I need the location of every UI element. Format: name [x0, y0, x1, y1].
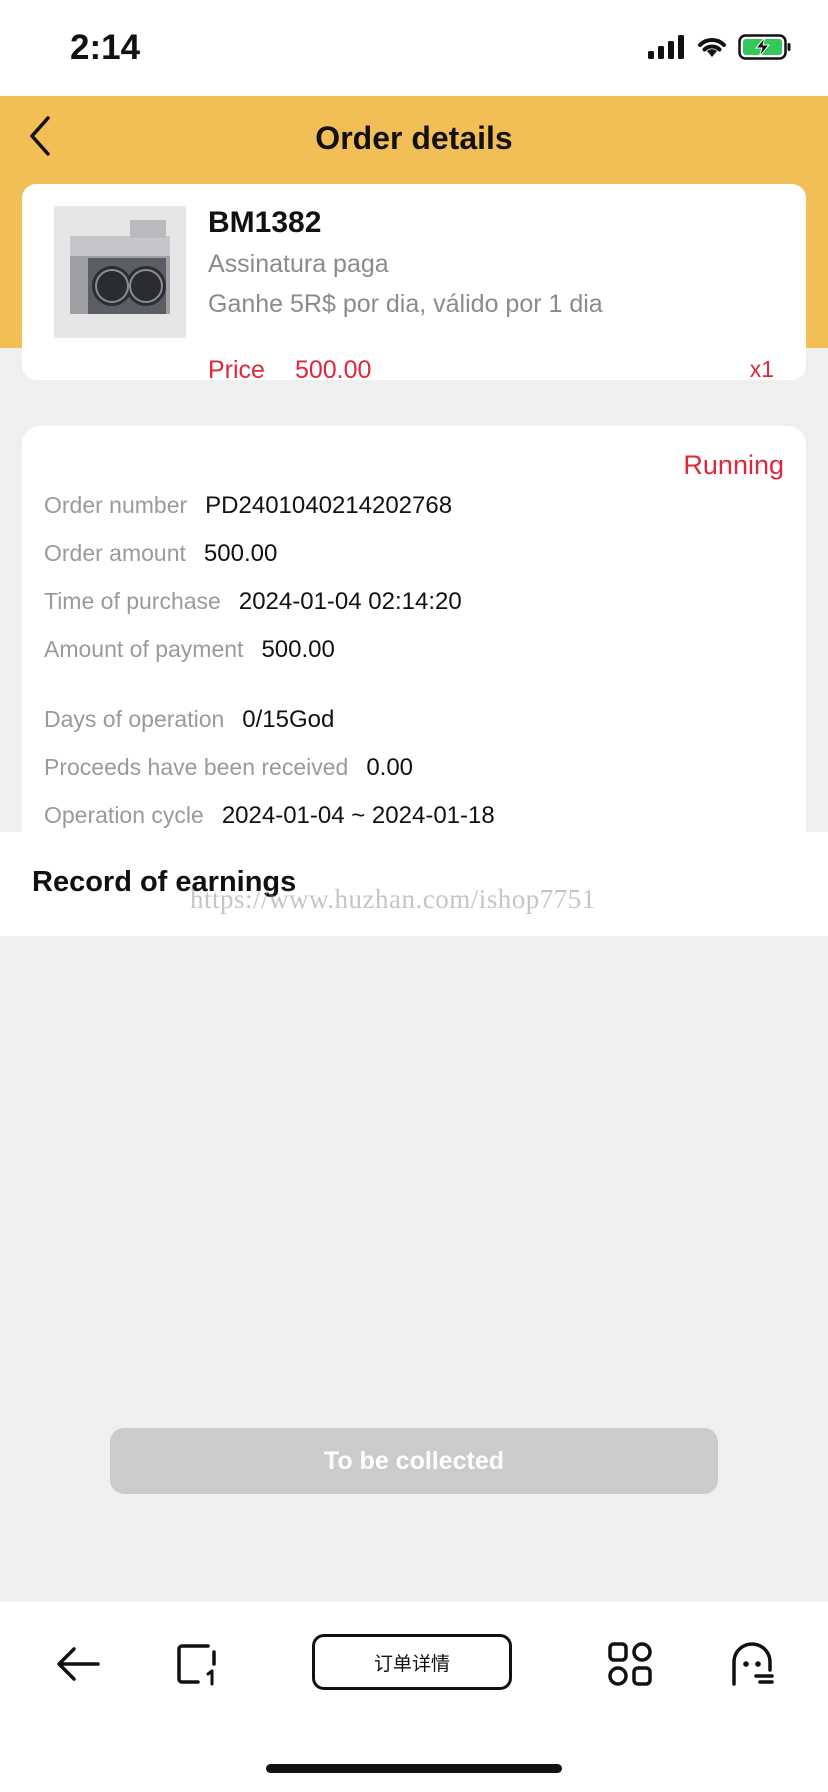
to-be-collected-button[interactable]: To be collected	[110, 1428, 718, 1494]
payment-amount-row: Amount of payment 500.00	[44, 636, 335, 664]
quantity: x1	[749, 356, 774, 380]
proceeds-label: Proceeds have been received	[44, 754, 349, 780]
home-indicator	[266, 1764, 562, 1773]
wifi-icon	[698, 38, 726, 57]
order-number-label: Order number	[44, 492, 188, 518]
signal-icon	[648, 35, 684, 59]
price-label: Price	[208, 356, 265, 380]
order-number-row: Order number PD2401040214202768	[44, 492, 452, 520]
product-card[interactable]: BM1382 Assinatura paga Ganhe 5R$ por dia…	[22, 184, 806, 380]
status-icons	[648, 34, 792, 60]
purchase-time-row: Time of purchase 2024-01-04 02:14:20	[44, 588, 462, 616]
price-value: 500.00	[294, 356, 372, 380]
purchase-time-value: 2024-01-04 02:14:20	[238, 588, 462, 615]
operation-cycle-row: Operation cycle 2024-01-04 ~ 2024-01-18	[44, 802, 495, 830]
order-amount-value: 500.00	[203, 540, 278, 567]
page-title: Order details	[315, 120, 513, 156]
operation-days-row: Days of operation 0/15God	[44, 706, 334, 734]
operation-days-label: Days of operation	[44, 706, 225, 732]
product-subtitle: Assinatura paga	[208, 250, 389, 278]
proceeds-value: 0.00	[366, 754, 414, 781]
operation-cycle-label: Operation cycle	[44, 802, 204, 828]
order-amount-label: Order amount	[44, 540, 186, 566]
back-arrow-icon[interactable]	[54, 1640, 102, 1688]
operation-cycle-value: 2024-01-04 ~ 2024-01-18	[221, 802, 495, 829]
tab-count-icon[interactable]	[174, 1640, 222, 1688]
order-amount-row: Order amount 500.00	[44, 540, 277, 568]
apps-grid-icon[interactable]	[606, 1640, 654, 1688]
order-info-card: Running Order number PD2401040214202768 O…	[22, 426, 806, 836]
proceeds-row: Proceeds have been received 0.00	[44, 754, 413, 782]
watermark: https://www.huzhan.com/ishop7751	[190, 884, 596, 914]
product-image	[54, 206, 186, 338]
operation-days-value: 0/15God	[242, 706, 335, 733]
payment-amount-value: 500.00	[261, 636, 335, 663]
order-status: Running	[683, 450, 784, 480]
battery-charging-icon	[738, 34, 791, 60]
purchase-time-label: Time of purchase	[44, 588, 221, 614]
product-description: Ganhe 5R$ por dia, válido por 1 dia	[208, 290, 603, 318]
order-number-value: PD2401040214202768	[205, 492, 453, 519]
price-row: Price 500.00	[208, 356, 371, 380]
status-bar: 2:14	[0, 0, 828, 96]
product-name: BM1382	[208, 206, 322, 239]
payment-amount-label: Amount of payment	[44, 636, 244, 662]
page-label-box[interactable]: 订单详情	[312, 1634, 512, 1690]
status-time: 2:14	[70, 28, 141, 67]
assistant-ghost-icon[interactable]	[728, 1640, 776, 1688]
